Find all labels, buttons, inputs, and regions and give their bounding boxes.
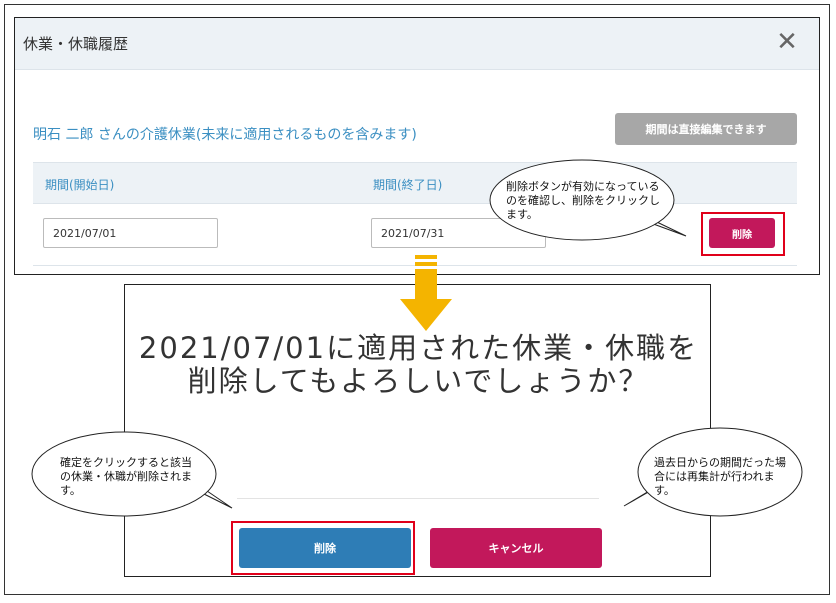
- leave-history-modal: 休業・休職履歴 ✕ 期間は直接編集できます 明石 二郎 さんの介護休業(未来に適…: [14, 17, 820, 275]
- arrow-down-icon: [400, 255, 452, 331]
- callout-confirm-click: 確定をクリックすると該当の休業・休職が削除されます。: [60, 456, 192, 497]
- modal-header: 休業・休職履歴 ✕: [15, 18, 819, 70]
- callout-delete-check: 削除ボタンが有効になっているのを確認し、削除をクリックします。: [506, 180, 660, 221]
- confirm-message: 2021/07/01に適用された休業・休職を削除してもよろしいでしょうか？: [138, 331, 699, 398]
- modal-title: 休業・休職履歴: [23, 35, 129, 53]
- employee-heading: 明石 二郎 さんの介護休業(未来に適用されるものを含みます): [33, 127, 417, 143]
- end-date-input[interactable]: [371, 218, 546, 248]
- cancel-button[interactable]: キャンセル: [430, 528, 602, 568]
- divider: [237, 498, 599, 499]
- table-header: 期間(開始日) 期間(終了日): [33, 162, 797, 204]
- confirm-delete-button[interactable]: 削除: [239, 528, 411, 568]
- close-icon[interactable]: ✕: [773, 28, 801, 56]
- delete-row-button[interactable]: 削除: [709, 218, 775, 248]
- edit-direct-button[interactable]: 期間は直接編集できます: [615, 113, 797, 145]
- start-date-input[interactable]: [43, 218, 218, 248]
- callout-recalc: 過去日からの期間だった場合には再集計が行われます。: [654, 456, 786, 497]
- column-start-date: 期間(開始日): [45, 178, 115, 192]
- column-end-date: 期間(終了日): [373, 178, 443, 192]
